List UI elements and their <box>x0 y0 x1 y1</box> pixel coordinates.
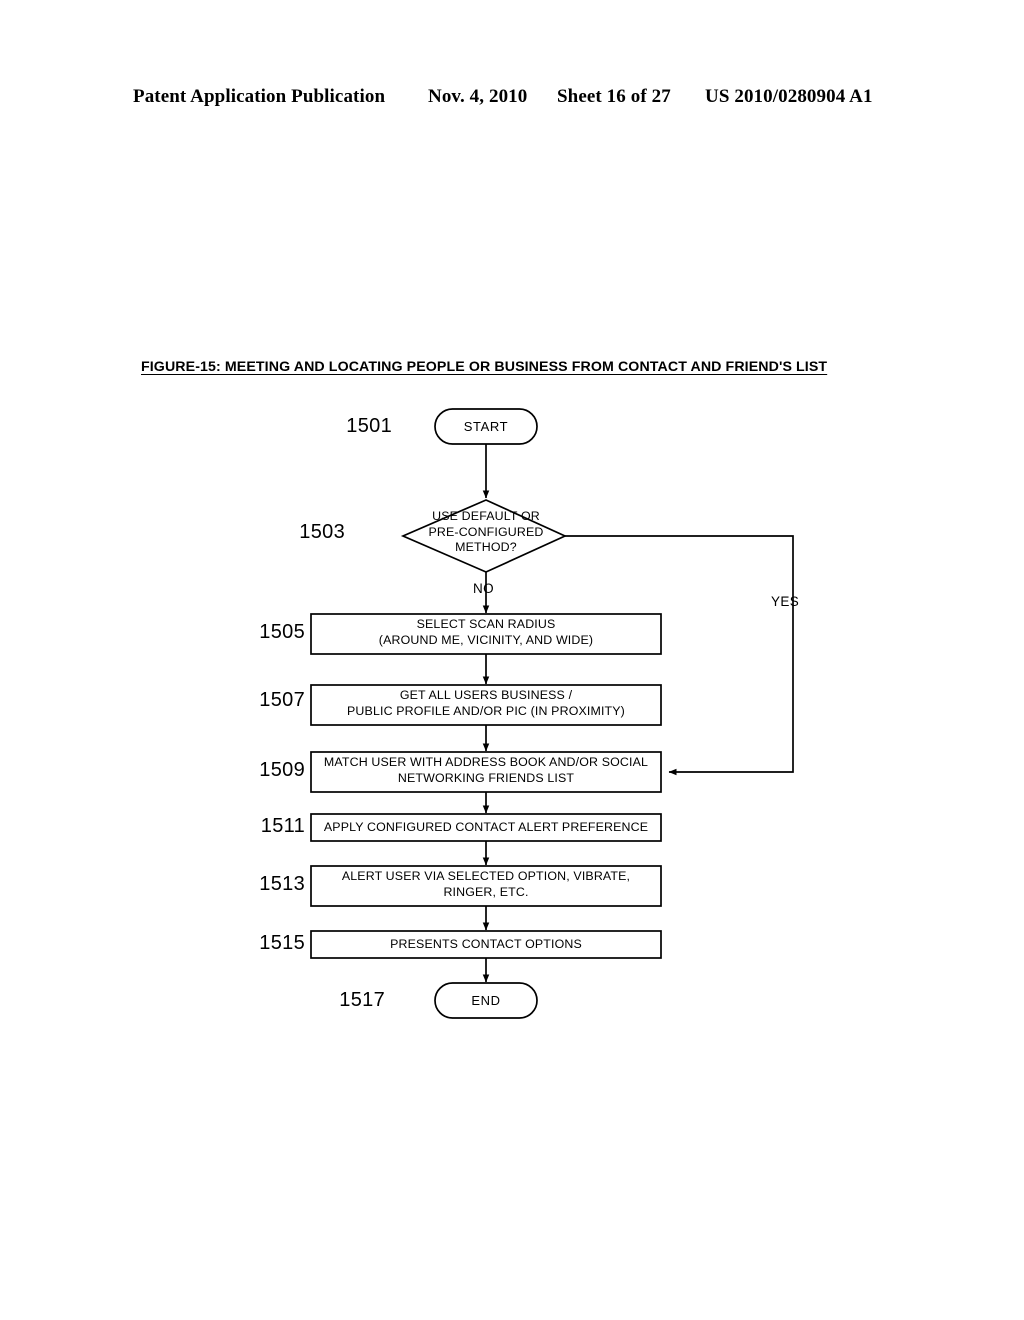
flowchart-graphics <box>310 408 794 1019</box>
flowchart: START USE DEFAULT OR PRE-CONFIGURED METH… <box>0 0 1024 1320</box>
node-text-end: END <box>471 993 501 1008</box>
ref-numeral-1501: 1501 <box>346 415 392 437</box>
ref-numeral-1517: 1517 <box>339 989 385 1011</box>
branch-label-no: NO <box>473 581 495 596</box>
branch-label-yes: YES <box>771 594 800 609</box>
node-text-1511: APPLY CONFIGURED CONTACT ALERT PREFERENC… <box>323 820 649 834</box>
patent-figure-page: Patent Application Publication Nov. 4, 2… <box>0 0 1024 1320</box>
ref-numeral-1509: 1509 <box>259 759 305 781</box>
node-text-start: START <box>463 419 509 434</box>
node-text-1505: SELECT SCAN RADIUS (AROUND ME, VICINITY,… <box>378 617 594 647</box>
node-text-decision: USE DEFAULT OR PRE-CONFIGURED METHOD? <box>428 509 544 554</box>
ref-numeral-1511: 1511 <box>260 815 305 837</box>
ref-numeral-1503: 1503 <box>299 521 345 543</box>
node-text-1507: GET ALL USERS BUSINESS / PUBLIC PROFILE … <box>347 688 625 718</box>
ref-numeral-1505: 1505 <box>259 621 305 643</box>
node-text-1515: PRESENTS CONTACT OPTIONS <box>390 937 582 951</box>
node-text-1509: MATCH USER WITH ADDRESS BOOK AND/OR SOCI… <box>323 755 649 785</box>
ref-numeral-1513: 1513 <box>259 873 305 895</box>
ref-numeral-1507: 1507 <box>259 689 305 711</box>
ref-numeral-1515: 1515 <box>259 932 305 954</box>
node-text-1513: ALERT USER VIA SELECTED OPTION, VIBRATE,… <box>341 869 631 899</box>
